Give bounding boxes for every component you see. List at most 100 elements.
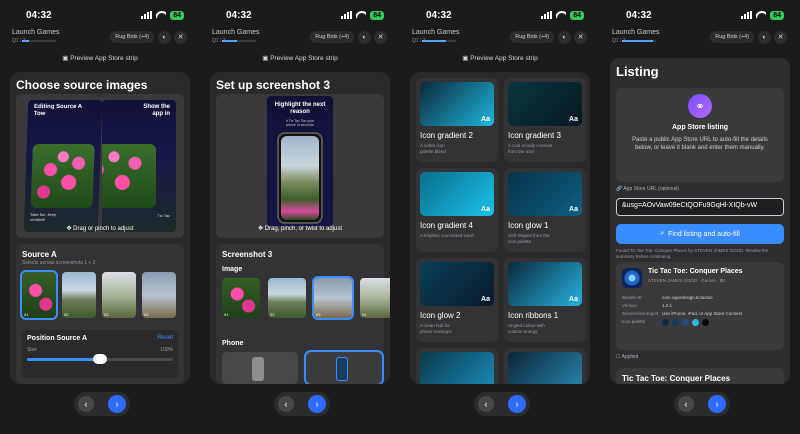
font-sample: Aa bbox=[569, 206, 578, 213]
font-sample: Aa bbox=[569, 116, 578, 123]
position-panel: Position Source A Reset Size 100% bbox=[22, 330, 178, 378]
close-icon[interactable]: ✕ bbox=[174, 30, 187, 44]
game-bar-progress bbox=[22, 40, 56, 42]
wifi-icon bbox=[156, 11, 166, 19]
game-bar: Launch Games Q1 / 2 Rug Bids (+4) ◐ ✕ bbox=[210, 28, 390, 46]
toggle-icon[interactable]: ◐ bbox=[158, 30, 171, 44]
screenshot-canvas[interactable]: Highlight the next reason # Tic Tac Toe … bbox=[216, 94, 384, 238]
status-bar: 04:32 84 bbox=[426, 8, 584, 22]
battery-icon: 84 bbox=[570, 10, 584, 20]
font-sample: Aa bbox=[569, 296, 578, 303]
background-option[interactable]: Aa Icon gradient 4 A brighter, icon-tinted… bbox=[416, 168, 498, 252]
back-button[interactable]: ‹ bbox=[478, 396, 494, 412]
background-option[interactable]: Aa Icon glow 1 Soft shapes from the icon p… bbox=[504, 168, 586, 252]
background-option[interactable]: Aa Icon gradient 2 A softer icon palette b… bbox=[416, 78, 498, 162]
gradient-preview: Aa bbox=[420, 172, 494, 216]
source-thumb[interactable]: 03 bbox=[102, 272, 136, 318]
background-option[interactable] bbox=[504, 348, 586, 384]
cellular-signal-icon bbox=[741, 11, 753, 19]
background-name: Icon gradient 4 bbox=[420, 221, 473, 230]
next-button[interactable]: › bbox=[708, 395, 726, 413]
toggle-icon[interactable]: ◐ bbox=[558, 30, 571, 44]
page-title: Choose source images bbox=[16, 78, 148, 92]
background-option[interactable]: Aa Icon ribbons 1 Angled colour with custo… bbox=[504, 258, 586, 342]
source-canvas[interactable]: Editing Source A Tow Take fun, keep crea… bbox=[16, 94, 184, 238]
wifi-icon bbox=[756, 11, 766, 19]
size-slider[interactable] bbox=[27, 354, 173, 364]
page-title: Listing bbox=[616, 64, 659, 79]
app-store-url-input[interactable]: &usg=AOvVaw09eCtQOFu9GqHl-XIQb-vW bbox=[616, 198, 784, 216]
toggle-icon[interactable]: ◐ bbox=[758, 30, 771, 44]
section-title: Screenshot 3 bbox=[222, 250, 273, 259]
phone-label: Phone bbox=[222, 340, 244, 347]
screen-listing: 04:32 84 Launch Games Q1 / 2 Rug Bids (+… bbox=[600, 0, 800, 434]
screenshot-section: Screenshot 3 Image 01 02 03 04 Phone bbox=[216, 244, 390, 384]
reset-button[interactable]: Reset bbox=[157, 335, 173, 341]
rug-bids-pill[interactable]: Rug Bids (+4) bbox=[510, 31, 554, 43]
intro-title: App Store listing bbox=[672, 124, 728, 131]
palette-swatch bbox=[702, 318, 709, 326]
image-thumb[interactable]: 04 bbox=[360, 278, 390, 318]
game-bar: Launch Games Q1 / 2 Rug Bids (+4) ◐ ✕ bbox=[610, 28, 790, 46]
source-thumb[interactable]: 01 bbox=[20, 270, 58, 320]
preview-app-store-link[interactable]: ▣ Preview App Store strip bbox=[10, 54, 190, 62]
phone-frames bbox=[222, 350, 384, 384]
next-button[interactable]: › bbox=[308, 395, 326, 413]
status-bar: 04:32 84 bbox=[226, 8, 384, 22]
image-thumb[interactable]: 02 bbox=[268, 278, 306, 318]
source-thumb[interactable]: 04 bbox=[142, 272, 176, 318]
back-button[interactable]: ‹ bbox=[678, 396, 694, 412]
image-label: Image bbox=[222, 266, 243, 273]
find-listing-button[interactable]: ⌕ Find listing and auto-fill bbox=[616, 224, 784, 244]
background-option[interactable]: Aa Icon gradient 3 A cool moody contrast f… bbox=[504, 78, 586, 162]
gradient-preview: Aa bbox=[420, 82, 494, 126]
device-mockup bbox=[277, 132, 323, 224]
rug-bids-pill[interactable]: Rug Bids (+4) bbox=[110, 31, 154, 43]
game-bar-title: Launch Games bbox=[12, 29, 60, 36]
preview-app-store-link[interactable]: ▣ Preview App Store strip bbox=[210, 54, 390, 62]
preview-app-store-link[interactable]: ▣ Preview App Store strip bbox=[410, 54, 590, 62]
choose-source-card: Choose source images Editing Source A To… bbox=[10, 72, 190, 384]
toggle-icon[interactable]: ◐ bbox=[358, 30, 371, 44]
rug-bids-pill[interactable]: Rug Bids (+4) bbox=[310, 31, 354, 43]
background-desc: A softer icon palette blend bbox=[420, 143, 446, 154]
palette-row: Icon palette bbox=[622, 318, 778, 326]
palette-swatch bbox=[672, 318, 679, 326]
source-thumb[interactable]: 02 bbox=[62, 272, 96, 318]
source-thumbnails: 01 02 03 04 bbox=[20, 270, 176, 320]
game-bar: Launch Games Q1 / 2 Rug Bids (+4) ◐ ✕ bbox=[10, 28, 190, 46]
size-label: Size bbox=[27, 347, 37, 353]
status-bar: 04:32 84 bbox=[626, 8, 784, 22]
background-option[interactable]: Aa Icon glow 2 A clean hub for phone mocku… bbox=[416, 258, 498, 342]
background-option[interactable] bbox=[416, 348, 498, 384]
next-button[interactable]: › bbox=[508, 395, 526, 413]
listing-summary: Tic Tac Toe: Conquer Places bbox=[616, 368, 784, 384]
font-sample: Aa bbox=[481, 116, 490, 123]
phone-frame-option[interactable] bbox=[304, 350, 384, 384]
game-bar: Launch Games Q1 / 2 Rug Bids (+4) ◐ ✕ bbox=[410, 28, 590, 46]
info-row: Version 1.2.1 bbox=[622, 303, 673, 308]
listing-card: Listing ⚭ App Store listing Paste a publ… bbox=[610, 58, 790, 384]
image-thumb[interactable]: 01 bbox=[222, 278, 260, 318]
phone-frame-option[interactable] bbox=[222, 352, 298, 384]
listing-result: Tic Tac Toe: Conquer Places STEVEN JAMES… bbox=[616, 262, 784, 350]
screenshot-preview: Highlight the next reason # Tic Tac Toe … bbox=[267, 96, 333, 226]
close-icon[interactable]: ✕ bbox=[374, 30, 387, 44]
gradient-preview: Aa bbox=[420, 262, 494, 306]
intro-text: Paste a public App Store URL to auto-fil… bbox=[632, 137, 768, 151]
gradient-preview bbox=[508, 352, 582, 384]
image-thumb[interactable]: 03 bbox=[312, 276, 354, 320]
close-icon[interactable]: ✕ bbox=[774, 30, 787, 44]
source-title: Source A bbox=[22, 250, 57, 259]
back-button[interactable]: ‹ bbox=[278, 396, 294, 412]
rug-bids-pill[interactable]: Rug Bids (+4) bbox=[710, 31, 754, 43]
slider-thumb[interactable] bbox=[93, 354, 107, 364]
search-icon: ⌕ bbox=[660, 230, 665, 237]
background-desc: Angled colour with custom energy bbox=[508, 323, 545, 334]
back-button[interactable]: ‹ bbox=[78, 396, 94, 412]
image-thumbnails: 01 02 03 04 bbox=[222, 276, 390, 320]
battery-icon: 84 bbox=[370, 10, 384, 20]
close-icon[interactable]: ✕ bbox=[574, 30, 587, 44]
background-grid: Aa Icon gradient 2 A softer icon palette b… bbox=[416, 78, 586, 384]
next-button[interactable]: › bbox=[108, 395, 126, 413]
